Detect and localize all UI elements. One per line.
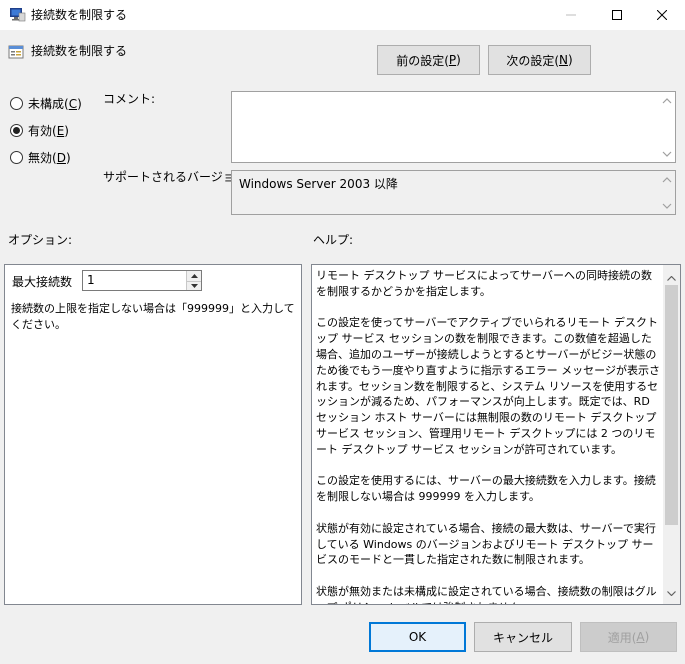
window-title: 接続数を制限する xyxy=(31,8,128,22)
maximize-button[interactable] xyxy=(594,0,640,30)
next-setting-button[interactable]: 次の設定(N) xyxy=(488,45,591,75)
comment-textarea[interactable] xyxy=(231,91,676,163)
radio-disabled-circle[interactable] xyxy=(10,151,23,164)
help-panel: リモート デスクトップ サービスによってサーバーへの同時接続の数を制限するかどう… xyxy=(311,264,681,605)
cancel-button[interactable]: キャンセル xyxy=(474,622,572,652)
scroll-up-icon[interactable] xyxy=(662,177,672,183)
policy-window-icon xyxy=(9,7,26,22)
radio-not-configured-label: 未構成(C) xyxy=(28,97,82,111)
supported-on-label: サポートされるバージョン: xyxy=(103,170,251,184)
max-connections-stepper[interactable]: 1 xyxy=(82,270,202,291)
close-icon xyxy=(657,10,667,20)
spin-buttons xyxy=(186,271,201,290)
spin-down-button[interactable] xyxy=(187,280,201,290)
policy-setting-icon xyxy=(8,44,24,60)
radio-not-configured-circle[interactable] xyxy=(10,97,23,110)
radio-disabled-label: 無効(D) xyxy=(28,151,71,165)
next-setting-label: 次の設定( xyxy=(506,53,559,68)
scroll-down-icon[interactable] xyxy=(662,151,672,157)
max-connections-hint: 接続数の上限を指定しない場合は「999999」と入力してください。 xyxy=(11,302,295,331)
ok-button[interactable]: OK xyxy=(369,622,466,652)
help-scroll-down-icon[interactable] xyxy=(667,585,676,599)
apply-label: 適用( xyxy=(607,630,637,645)
maximize-icon xyxy=(612,10,622,20)
max-connections-value: 1 xyxy=(87,273,95,287)
apply-button[interactable]: 適用(A) xyxy=(580,622,677,652)
previous-setting-button[interactable]: 前の設定(P) xyxy=(377,45,480,75)
max-connections-label: 最大接続数 xyxy=(12,275,73,289)
minimize-icon xyxy=(566,14,576,16)
radio-disabled[interactable]: 無効(D) xyxy=(10,149,71,166)
radio-not-configured[interactable]: 未構成(C) xyxy=(10,95,82,112)
radio-enabled[interactable]: 有効(E) xyxy=(10,122,69,139)
supported-on-value: Windows Server 2003 以降 xyxy=(239,177,398,191)
next-setting-label-end: ) xyxy=(567,53,573,67)
previous-setting-accesskey: P xyxy=(448,53,457,67)
apply-accesskey: A xyxy=(636,630,645,644)
spin-down-icon xyxy=(190,283,198,288)
policy-name: 接続数を制限する xyxy=(31,44,128,58)
options-heading: オプション: xyxy=(8,233,73,247)
help-scrollbar[interactable] xyxy=(663,265,680,604)
help-text: リモート デスクトップ サービスによってサーバーへの同時接続の数を制限するかどう… xyxy=(316,269,660,604)
ok-label: OK xyxy=(408,630,427,644)
help-scroll-thumb[interactable] xyxy=(665,285,678,525)
apply-label-end: ) xyxy=(644,630,650,644)
spin-up-icon xyxy=(190,273,198,278)
spin-up-button[interactable] xyxy=(187,271,201,281)
radio-enabled-label: 有効(E) xyxy=(28,124,69,138)
minimize-button[interactable] xyxy=(548,0,594,30)
comment-label: コメント: xyxy=(103,92,156,106)
help-heading: ヘルプ: xyxy=(313,233,354,247)
radio-enabled-circle[interactable] xyxy=(10,124,23,137)
help-scroll-up-icon[interactable] xyxy=(667,270,676,284)
previous-setting-label-end: ) xyxy=(456,53,461,67)
cancel-label: キャンセル xyxy=(492,630,553,645)
scroll-up-icon[interactable] xyxy=(662,98,672,104)
close-button[interactable] xyxy=(639,0,685,30)
scroll-down-icon[interactable] xyxy=(662,203,672,209)
supported-on-field: Windows Server 2003 以降 xyxy=(231,170,676,215)
previous-setting-label: 前の設定( xyxy=(396,53,449,68)
options-panel: 最大接続数 1 接続数の上限を指定しない場合は「999999」と入力してください… xyxy=(4,264,302,605)
next-setting-accesskey: N xyxy=(559,53,568,67)
